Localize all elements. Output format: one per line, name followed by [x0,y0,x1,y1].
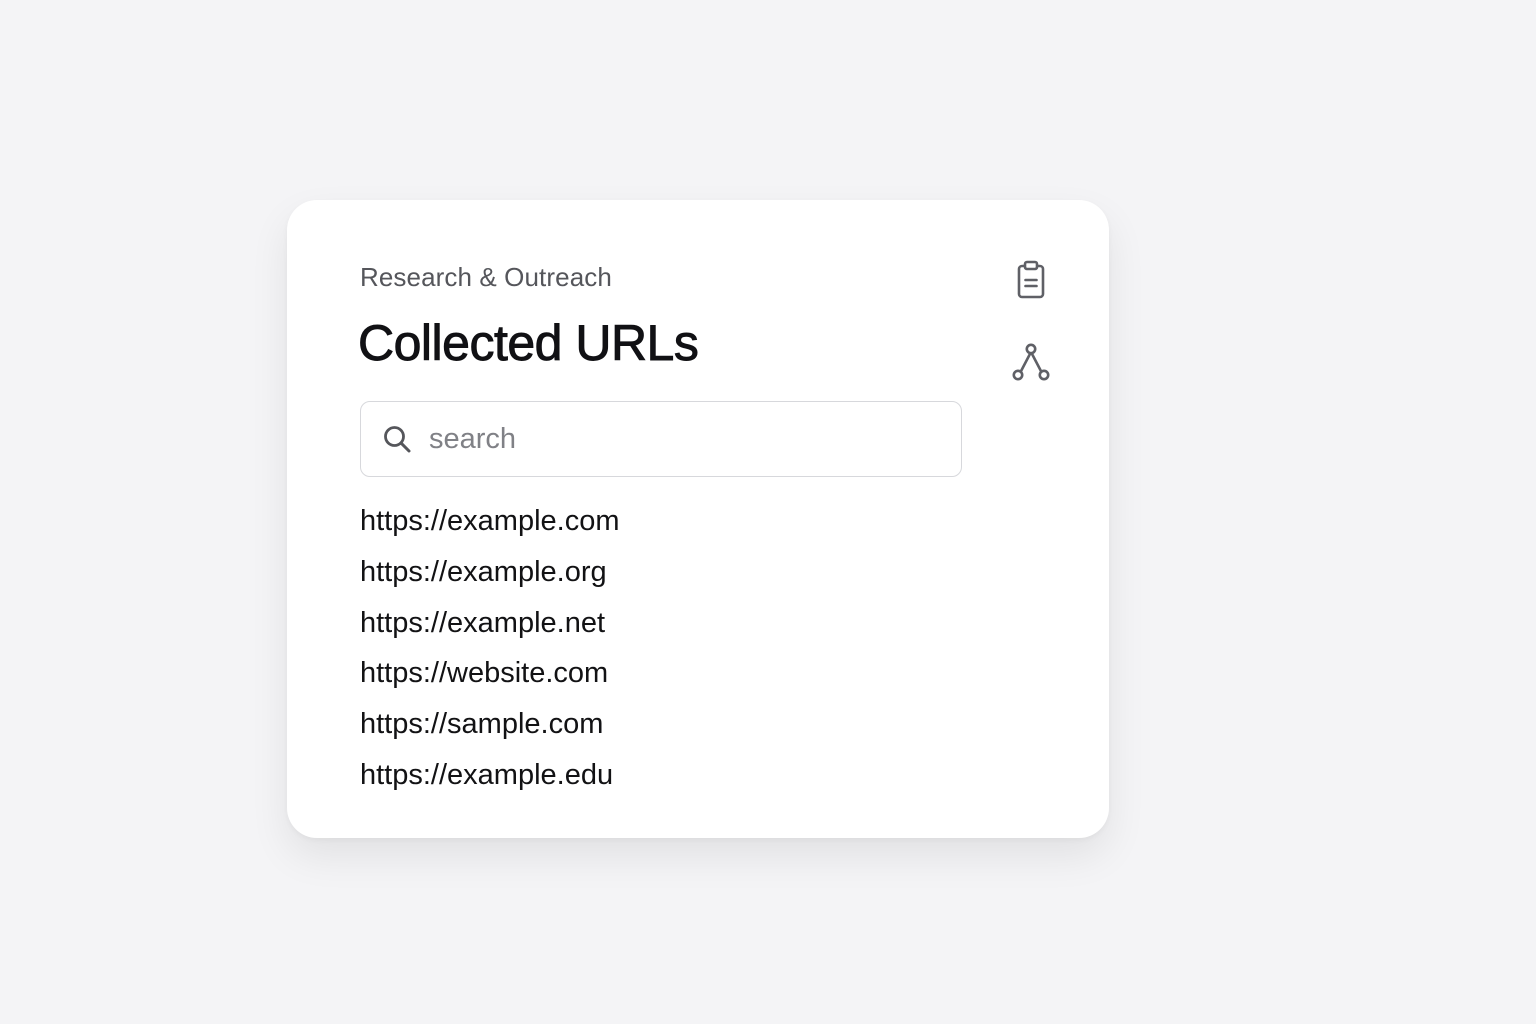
share-button[interactable] [1009,340,1053,384]
page-title: Collected URLs [358,315,700,372]
url-item[interactable]: https://sample.com [360,699,620,750]
share-nodes-icon [1012,343,1050,381]
copy-button[interactable] [1009,258,1053,302]
search-box[interactable] [360,401,962,477]
search-icon [384,426,411,453]
search-input[interactable] [429,416,939,462]
card-subtitle: Research & Outreach [360,262,612,292]
url-item[interactable]: https://website.com [360,648,620,699]
clipboard-icon [1017,260,1045,299]
url-item[interactable]: https://example.net [360,598,620,649]
url-list: https://example.com https://example.org … [360,496,620,801]
url-item[interactable]: https://example.com [360,496,620,547]
urls-card: Research & Outreach Collected URLs https… [287,200,1109,838]
url-item[interactable]: https://example.edu [360,750,620,801]
url-item[interactable]: https://example.org [360,547,620,598]
